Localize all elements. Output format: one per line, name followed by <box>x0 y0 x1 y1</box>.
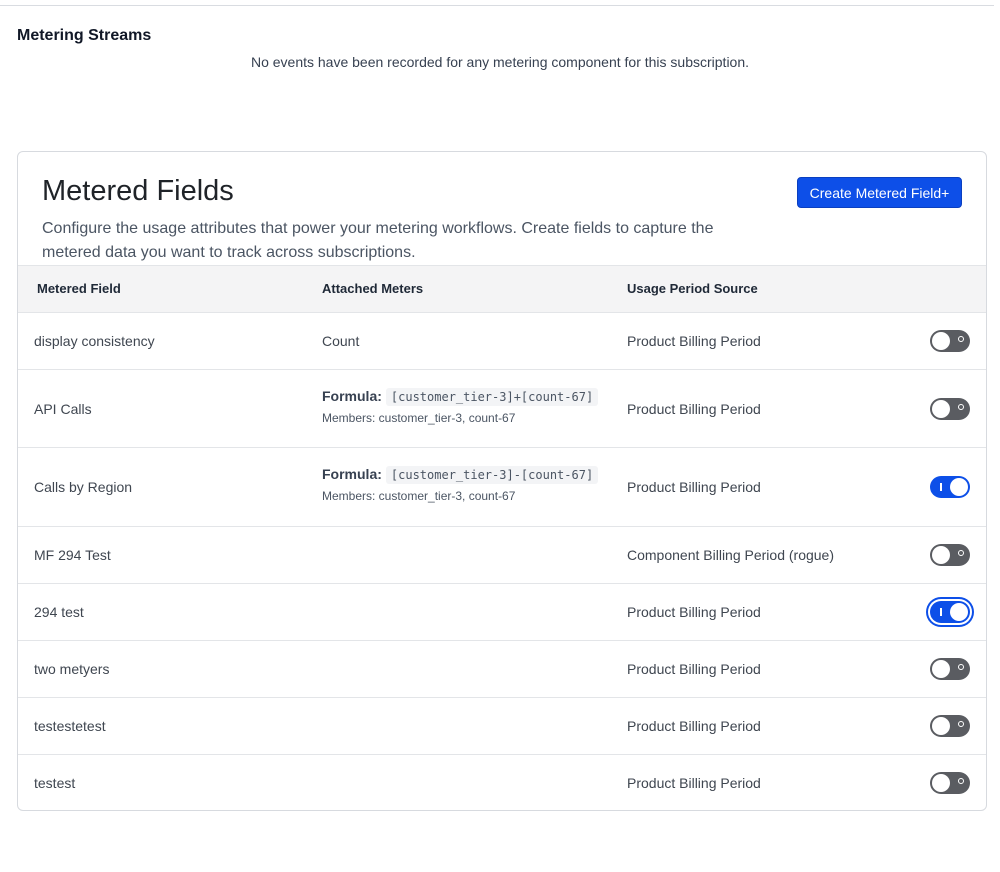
formula-expression: [customer_tier-3]-[count-67] <box>385 466 599 484</box>
toggle-off-icon <box>958 721 964 727</box>
table-body: display consistency Count Product Billing … <box>18 313 986 810</box>
usage-period-source: Product Billing Period <box>627 479 761 495</box>
usage-period-source: Component Billing Period (rogue) <box>627 547 834 563</box>
formula-label: Formula: <box>322 388 382 404</box>
table-row: testestetest Product Billing Period <box>18 698 986 755</box>
toggle-on-icon <box>940 608 942 616</box>
enable-toggle[interactable] <box>930 330 970 352</box>
toggle-knob <box>932 546 950 564</box>
toggle-knob <box>932 717 950 735</box>
toggle-knob <box>950 478 968 496</box>
formula-label: Formula: <box>322 466 382 482</box>
enable-toggle[interactable] <box>930 772 970 794</box>
toggle-knob <box>932 332 950 350</box>
metered-field-name: API Calls <box>34 401 92 417</box>
usage-period-source: Product Billing Period <box>627 661 761 677</box>
column-header-metered-field: Metered Field <box>37 281 121 296</box>
toggle-off-icon <box>958 778 964 784</box>
toggle-on-icon <box>940 483 942 491</box>
enable-toggle[interactable] <box>930 715 970 737</box>
attached-meters-formula: Formula: [customer_tier-3]-[count-67] Memb… <box>322 466 599 503</box>
table-row: Calls by Region Formula: [customer_tier-3]… <box>18 448 986 527</box>
attached-meters: Count <box>322 333 360 349</box>
metered-fields-title: Metered Fields <box>42 175 234 207</box>
metered-fields-card: Metered Fields Configure the usage attri… <box>17 151 987 811</box>
toggle-off-icon <box>958 550 964 556</box>
usage-period-source: Product Billing Period <box>627 333 761 349</box>
enable-toggle[interactable] <box>930 601 970 623</box>
enable-toggle[interactable] <box>930 398 970 420</box>
usage-period-source: Product Billing Period <box>627 718 761 734</box>
table-row: two metyers Product Billing Period <box>18 641 986 698</box>
metered-field-name: 294 test <box>34 604 84 620</box>
metered-field-name: MF 294 Test <box>34 547 111 563</box>
enable-toggle[interactable] <box>930 544 970 566</box>
table-row: MF 294 Test Component Billing Period (rog… <box>18 527 986 584</box>
toggle-off-icon <box>958 664 964 670</box>
table-row: API Calls Formula: [customer_tier-3]+[coun… <box>18 370 986 448</box>
usage-period-source: Product Billing Period <box>627 401 761 417</box>
table-header: Metered Field Attached Meters Usage Peri… <box>18 265 986 313</box>
toggle-off-icon <box>958 336 964 342</box>
table-row: testest Product Billing Period <box>18 755 986 810</box>
column-header-attached-meters: Attached Meters <box>322 281 424 296</box>
usage-period-source: Product Billing Period <box>627 604 761 620</box>
table-row: 294 test Product Billing Period <box>18 584 986 641</box>
metering-streams-title: Metering Streams <box>17 27 152 44</box>
formula-expression: [customer_tier-3]+[count-67] <box>385 388 599 406</box>
column-header-usage-period-source: Usage Period Source <box>627 281 758 296</box>
metered-field-name: testestetest <box>34 718 106 734</box>
top-divider <box>0 5 994 6</box>
toggle-knob <box>932 660 950 678</box>
toggle-off-icon <box>958 404 964 410</box>
usage-period-source: Product Billing Period <box>627 775 761 791</box>
metered-field-name: Calls by Region <box>34 479 133 495</box>
create-metered-field-button[interactable]: Create Metered Field+ <box>797 177 962 208</box>
metered-field-name: two metyers <box>34 661 110 677</box>
toggle-knob <box>932 774 950 792</box>
metered-fields-table: Metered Field Attached Meters Usage Peri… <box>18 265 986 810</box>
metering-streams-empty-message: No events have been recorded for any met… <box>250 54 750 70</box>
toggle-knob <box>932 400 950 418</box>
enable-toggle[interactable] <box>930 658 970 680</box>
formula-members: Members: customer_tier-3, count-67 <box>322 489 516 503</box>
metered-field-name: testest <box>34 775 76 791</box>
metered-fields-description: Configure the usage attributes that powe… <box>42 220 714 261</box>
enable-toggle[interactable] <box>930 476 970 498</box>
attached-meters-formula: Formula: [customer_tier-3]+[count-67] Memb… <box>322 388 599 425</box>
toggle-knob <box>950 603 968 621</box>
formula-members: Members: customer_tier-3, count-67 <box>322 411 516 425</box>
table-row: display consistency Count Product Billing … <box>18 313 986 370</box>
metered-field-name: display consistency <box>34 333 155 349</box>
